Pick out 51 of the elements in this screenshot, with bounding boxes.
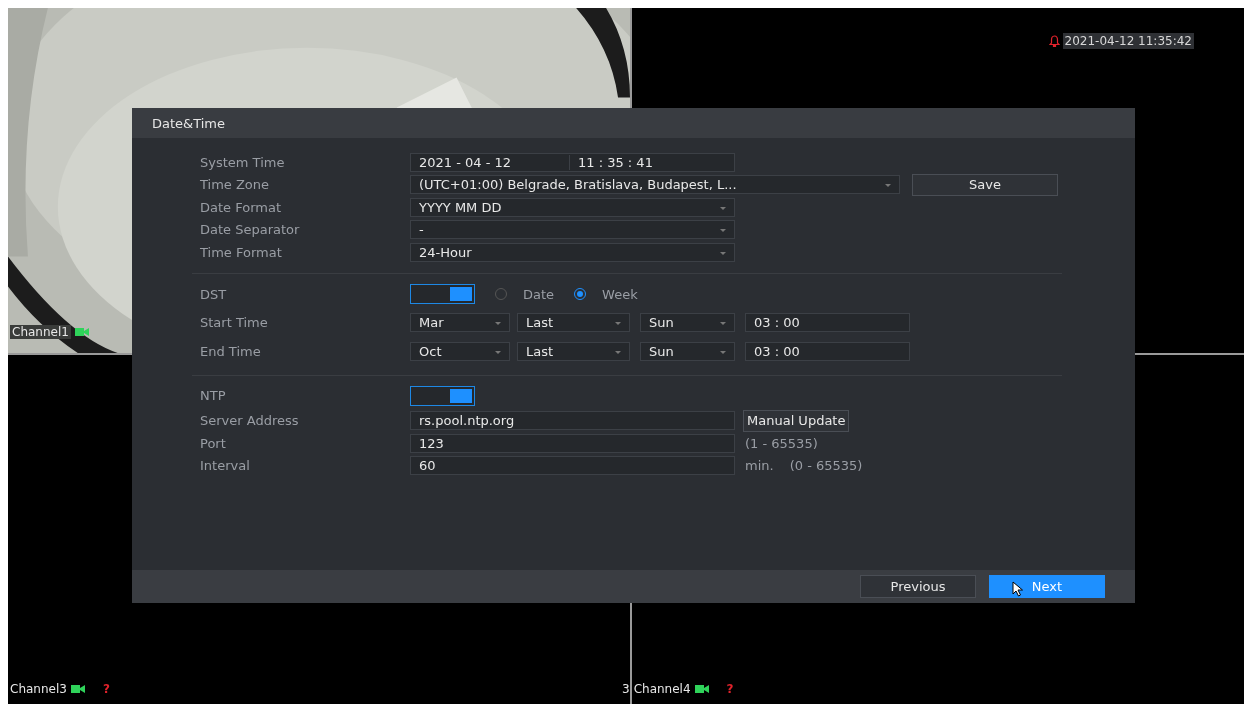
- channel-number: 3: [622, 682, 630, 696]
- radio-label: Week: [602, 286, 638, 302]
- date-time-field[interactable]: 2021 - 04 - 12 11 : 35 : 41: [410, 152, 735, 172]
- field-label: Start Time: [200, 315, 269, 330]
- radio-label: Date: [523, 286, 555, 302]
- unit-label: min.: [745, 458, 774, 473]
- field-label: Date Format: [200, 199, 282, 215]
- server-address-field[interactable]: rs.pool.ntp.org: [410, 411, 735, 430]
- alarm-bell-icon: [1048, 35, 1060, 47]
- week-dropdown[interactable]: Last: [517, 341, 630, 361]
- camera-icon: [74, 328, 89, 336]
- channel-label: Channel4: [633, 682, 691, 696]
- day-dropdown[interactable]: Sun: [640, 341, 735, 361]
- field-label: Date Separator: [200, 222, 301, 237]
- status-mark: ?: [726, 682, 734, 696]
- dropdown[interactable]: 24-Hour: [410, 242, 735, 262]
- camera-icon: [694, 685, 709, 693]
- interval-field[interactable]: 60: [410, 456, 735, 475]
- time-zone-dropdown[interactable]: (UTC+01:00) Belgrade, Bratislava, Budapest, L...: [410, 175, 900, 194]
- toggle-switch[interactable]: [410, 284, 475, 304]
- field-label: DST: [200, 286, 228, 302]
- field-label: Time Zone: [200, 177, 271, 192]
- dialog-title: Date&Time: [152, 115, 226, 131]
- previous-button[interactable]: Previous: [860, 575, 976, 598]
- status-mark: ?: [102, 682, 110, 696]
- manual-update-button[interactable]: Manual Update: [743, 409, 850, 432]
- date-time-text: 2021-04-12 11:35:42: [1062, 33, 1194, 49]
- field-label: Server Address: [200, 413, 300, 428]
- field-label: End Time: [200, 343, 262, 359]
- dropdown[interactable]: -: [410, 220, 735, 239]
- range-hint: (0 - 65535): [789, 458, 863, 473]
- week-dropdown[interactable]: Last: [517, 313, 630, 332]
- field-label: Port: [200, 435, 227, 451]
- month-dropdown[interactable]: Oct: [410, 341, 510, 361]
- field-label: Interval: [200, 458, 251, 473]
- channel-label: Channel3: [10, 682, 67, 696]
- field-label: NTP: [200, 388, 227, 403]
- port-field[interactable]: 123: [410, 433, 735, 453]
- channel-label: Channel1: [10, 325, 71, 339]
- dropdown[interactable]: YYYY MM DD: [410, 197, 735, 217]
- time-field[interactable]: 03 : 00: [745, 313, 910, 332]
- time-field[interactable]: 03 : 00: [745, 341, 910, 361]
- field-label: Time Format: [200, 244, 283, 260]
- toggle-switch[interactable]: [410, 385, 475, 406]
- day-dropdown[interactable]: Sun: [640, 313, 735, 332]
- camera-icon: [70, 685, 85, 693]
- range-hint: (1 - 65535): [745, 435, 818, 451]
- cursor-icon: [1012, 581, 1024, 597]
- save-button[interactable]: Save: [912, 173, 1058, 196]
- field-label: System Time: [200, 154, 286, 170]
- month-dropdown[interactable]: Mar: [410, 313, 510, 332]
